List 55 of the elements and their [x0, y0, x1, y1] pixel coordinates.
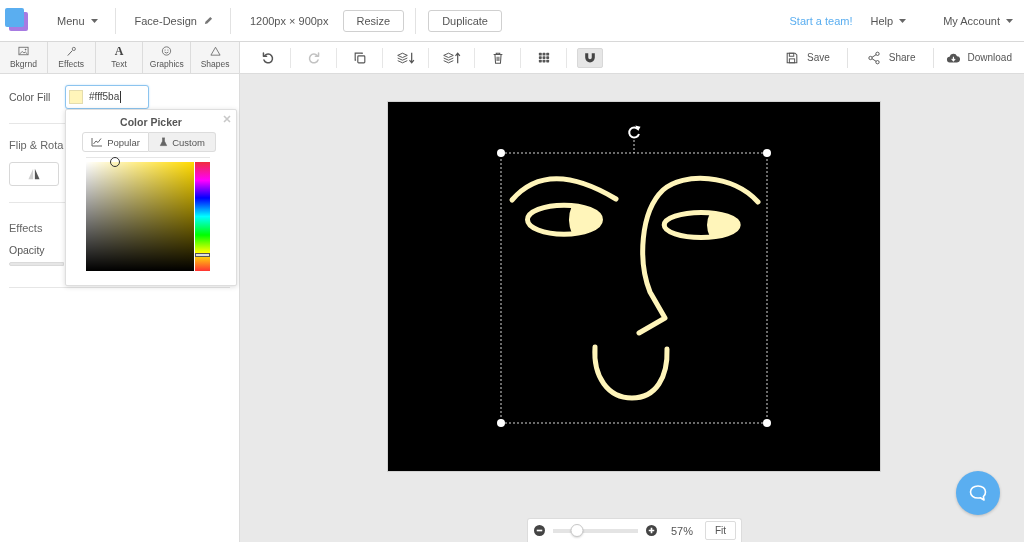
menu-dropdown[interactable]: Menu [57, 9, 98, 32]
resize-handle[interactable] [497, 419, 505, 427]
canvas-size-label: 1200px × 900px [249, 14, 329, 27]
pencil-icon[interactable] [203, 16, 213, 25]
hue-slider-handle[interactable] [195, 253, 210, 258]
popup-title: Color Picker [120, 115, 182, 129]
snap-toggle[interactable] [577, 47, 603, 68]
layers-down-icon [395, 50, 416, 65]
color-fill-label: Color Fill [9, 91, 52, 103]
resize-handle[interactable] [497, 149, 505, 157]
color-swatch-icon [69, 90, 83, 104]
flip-icon [27, 168, 41, 180]
image-icon [17, 46, 29, 56]
share-icon [866, 50, 881, 65]
picker-tab[interactable]: Popular [82, 132, 149, 152]
chat-bubble-icon [968, 484, 988, 502]
rotate-icon[interactable] [628, 125, 641, 139]
wand-icon [65, 46, 77, 56]
redo-icon [306, 50, 321, 65]
grid-icon [537, 50, 550, 65]
save-button[interactable]: Save [766, 46, 847, 69]
section-heading: Effects [9, 221, 43, 236]
opacity-slider-track[interactable] [9, 262, 64, 266]
duplicate-button[interactable]: Duplicate [428, 9, 502, 32]
picker-tab[interactable]: Custom [149, 132, 216, 152]
section-heading: Flip & Rota [9, 138, 64, 153]
download-button[interactable]: Download [933, 46, 1024, 69]
share-button[interactable]: Share [847, 46, 933, 69]
line-chart-icon [91, 137, 104, 147]
caret-icon [90, 18, 98, 23]
flask-icon [159, 137, 169, 147]
resize-handle[interactable] [763, 149, 771, 157]
layers-up-icon [441, 50, 462, 65]
smiley-icon [161, 46, 173, 56]
zoom-out-icon[interactable] [534, 525, 545, 536]
magnet-icon [583, 50, 597, 65]
resize-handle[interactable] [763, 419, 771, 427]
document-title[interactable]: Face-Design [134, 14, 197, 27]
zoom-percentage: 57% [671, 524, 694, 537]
caret-icon [1006, 18, 1013, 23]
fit-button[interactable]: Fit [705, 521, 736, 540]
account-menu[interactable]: My Account [943, 9, 1013, 32]
undo-icon [260, 50, 275, 65]
opacity-label: Opacity [9, 243, 45, 257]
color-hex-input[interactable]: #fff5ba [65, 85, 149, 109]
caret-icon [899, 18, 907, 23]
zoom-slider-thumb[interactable] [570, 524, 584, 537]
copy-icon [352, 50, 367, 65]
resize-button[interactable]: Resize [342, 9, 405, 32]
zoom-in-icon[interactable] [646, 525, 657, 536]
hue-slider-track[interactable] [195, 162, 210, 271]
triangle-icon [209, 46, 221, 56]
saturation-brightness-field[interactable] [86, 162, 194, 271]
logo-icon[interactable] [5, 8, 29, 32]
help-menu[interactable]: Help [870, 9, 907, 32]
